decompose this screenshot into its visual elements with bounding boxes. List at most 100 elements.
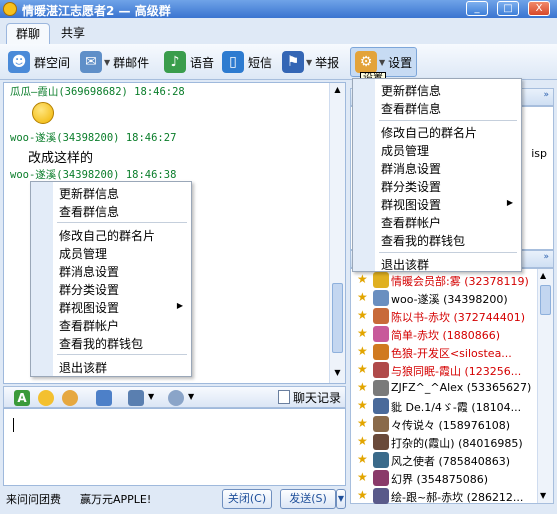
chevron-down-icon[interactable]: ▼ (188, 392, 194, 401)
member-item[interactable]: ★ ZJFZ^_^Alex (53365627) (351, 379, 537, 397)
member-avatar (373, 308, 389, 324)
member-name: 打杂的(霞山) (84016985) (391, 437, 523, 450)
menu-item-quit-group[interactable]: 退出该群 (59, 359, 107, 376)
chat-context-menu: 更新群信息 查看群信息 修改自己的群名片 成员管理 群消息设置 群分类设置 群视… (30, 181, 192, 377)
screenshot-icon[interactable] (128, 390, 144, 406)
scroll-up-icon[interactable]: ▲ (332, 85, 343, 97)
tab-bar: 群聊 共享 (0, 18, 557, 44)
member-item[interactable]: ★ 情暖会员部:雾 (32378119) (351, 271, 537, 289)
menu-item-member-manage[interactable]: 成员管理 (59, 245, 107, 262)
qq-logo-icon (3, 2, 17, 16)
member-item[interactable]: ★ 豼 De.1/4ゞ-霞 (18104... (351, 397, 537, 415)
group-space-button[interactable]: ☻ 群空间 (8, 50, 70, 74)
member-avatar (373, 290, 389, 306)
menu-item-category-settings[interactable]: 群分类设置 (381, 178, 441, 195)
report-button[interactable]: ⚑ ▼ 举报 (282, 50, 339, 74)
menu-item-edit-card[interactable]: 修改自己的群名片 (381, 124, 477, 141)
member-name: woo-遂溪 (34398200) (391, 293, 508, 306)
menu-item-view-settings[interactable]: 群视图设置 (381, 196, 441, 213)
font-icon[interactable]: A (14, 390, 30, 406)
sms-button[interactable]: ▯ 短信 (222, 50, 272, 74)
menu-item-member-manage[interactable]: 成员管理 (381, 142, 429, 159)
send-button[interactable]: 发送(S) (280, 489, 336, 509)
menu-item-group-wallet[interactable]: 查看我的群钱包 (381, 232, 465, 249)
member-item[interactable]: ★ 打杂的(霞山) (84016985) (351, 433, 537, 451)
chat-scrollbar[interactable]: ▲ ▼ (329, 83, 345, 383)
member-avatar (373, 362, 389, 378)
police-icon: ⚑ (282, 51, 304, 73)
settings-menu: 更新群信息 查看群信息 修改自己的群名片 成员管理 群消息设置 群分类设置 群视… (352, 78, 522, 272)
member-item[interactable]: ★ 简单-赤坎 (1880866) (351, 325, 537, 343)
magic-emoticon-icon[interactable] (62, 390, 78, 406)
member-item[interactable]: ★ 风之使者 (785840863) (351, 451, 537, 469)
close-button[interactable]: 关闭(C) (222, 489, 272, 509)
chat-message-body: 改成这样的 (28, 151, 94, 166)
member-item[interactable]: ★ woo-遂溪 (34398200) (351, 289, 537, 307)
group-mail-button[interactable]: ✉ ▼ 群邮件 (80, 50, 149, 74)
send-options-chevron-icon[interactable]: ▼ (336, 489, 346, 509)
menu-item-quit-group[interactable]: 退出该群 (381, 256, 429, 273)
menu-separator (379, 120, 517, 121)
emoticon-icon[interactable] (38, 390, 54, 406)
menu-separator (57, 222, 187, 223)
tab-group-chat[interactable]: 群聊 (6, 23, 51, 44)
scroll-down-icon[interactable]: ▼ (540, 491, 546, 500)
menu-item-update-info[interactable]: 更新群信息 (59, 185, 119, 202)
menu-item-message-settings[interactable]: 群消息设置 (381, 160, 441, 177)
minimize-button[interactable]: _ (466, 1, 488, 16)
announcement-text: isp (531, 147, 547, 160)
member-item[interactable]: ★ 陈以书-赤坎 (372744401) (351, 307, 537, 325)
member-name: 幻界 (354875086) (391, 473, 489, 486)
menu-item-update-info[interactable]: 更新群信息 (381, 82, 441, 99)
image-icon[interactable] (96, 390, 112, 406)
clear-screen-icon[interactable] (168, 390, 184, 406)
chat-history-button[interactable]: 聊天记录 (278, 389, 341, 405)
menu-item-group-wallet[interactable]: 查看我的群钱包 (59, 335, 143, 352)
ad-link-1[interactable]: 来问问团费 (6, 491, 61, 507)
member-name: 绘-跟~郝-赤坎 (286212... (391, 491, 524, 504)
text-caret (13, 418, 14, 432)
chat-message-meta: woo-遂溪(34398200) 18:46:27 (10, 132, 177, 144)
voice-button[interactable]: ♪ 语音 (164, 50, 214, 74)
menu-item-view-info[interactable]: 查看群信息 (59, 203, 119, 220)
member-item[interactable]: ★ 绘-跟~郝-赤坎 (286212... (351, 487, 537, 505)
history-icon (278, 390, 290, 404)
member-scrollbar[interactable]: ▲ ▼ (537, 269, 553, 503)
member-list: ★ 情暖会员部:雾 (32378119) ★ woo-遂溪 (34398200) ★ 陈以… (350, 268, 554, 504)
member-badge-icon: ★ (357, 362, 368, 376)
menu-item-category-settings[interactable]: 群分类设置 (59, 281, 119, 298)
member-badge-icon: ★ (357, 452, 368, 466)
member-item[interactable]: ★ 々传说々 (158976108) (351, 415, 537, 433)
ad-link-2[interactable]: 赢万元APPLE! (80, 491, 151, 507)
member-name: ZJFZ^_^Alex (53365627) (391, 381, 532, 394)
message-input[interactable] (3, 408, 346, 486)
member-badge-icon: ★ (357, 272, 368, 286)
tab-share[interactable]: 共享 (52, 23, 94, 44)
collapse-icon[interactable]: » (543, 252, 549, 262)
menu-item-group-account[interactable]: 查看群帐户 (381, 214, 441, 231)
member-avatar (373, 416, 389, 432)
scroll-thumb[interactable] (332, 283, 343, 353)
scroll-thumb[interactable] (540, 285, 551, 315)
menu-item-edit-card[interactable]: 修改自己的群名片 (59, 227, 155, 244)
member-name: 与狼同眠-霞山 (123256... (391, 365, 522, 378)
scroll-down-icon[interactable]: ▼ (332, 368, 343, 380)
collapse-icon[interactable]: » (543, 90, 549, 100)
chevron-down-icon[interactable]: ▼ (148, 392, 154, 401)
member-item[interactable]: ★ 色狼-开发区<silostea... (351, 343, 537, 361)
member-badge-icon: ★ (357, 488, 368, 502)
phone-icon: ▯ (222, 51, 244, 73)
member-item[interactable]: ★ 与狼同眠-霞山 (123256... (351, 361, 537, 379)
member-item[interactable]: ★ 幻界 (354875086) (351, 469, 537, 487)
menu-item-view-settings[interactable]: 群视图设置 (59, 299, 119, 316)
maximize-button[interactable]: □ (497, 1, 519, 16)
chevron-down-icon: ▼ (104, 57, 111, 67)
window-title: 情暖湛江志愿者2 — 高级群 (22, 4, 171, 18)
menu-item-group-account[interactable]: 查看群帐户 (59, 317, 119, 334)
menu-item-view-info[interactable]: 查看群信息 (381, 100, 441, 117)
member-avatar (373, 380, 389, 396)
member-badge-icon: ★ (357, 326, 368, 340)
scroll-up-icon[interactable]: ▲ (540, 271, 546, 280)
close-window-button[interactable]: X (528, 1, 550, 16)
menu-item-message-settings[interactable]: 群消息设置 (59, 263, 119, 280)
